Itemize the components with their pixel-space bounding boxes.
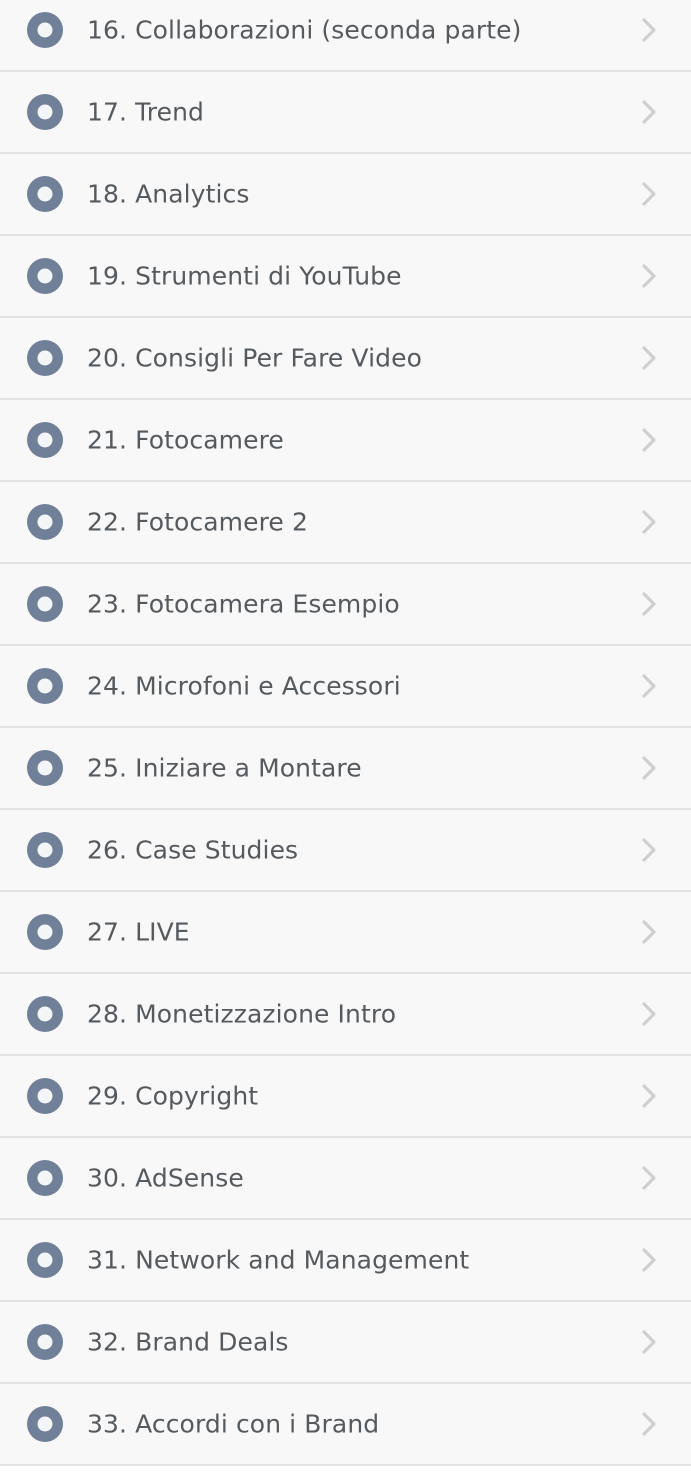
list-item[interactable]: 28. Monetizzazione Intro xyxy=(0,974,691,1056)
lesson-title: 18. Analytics xyxy=(87,179,250,209)
lesson-title: 29. Copyright xyxy=(87,1081,259,1111)
chevron-right-icon xyxy=(641,509,657,535)
lesson-title: 33. Accordi con i Brand xyxy=(87,1409,380,1439)
chevron-right-icon xyxy=(641,919,657,945)
lesson-list: 16. Collaborazioni (seconda parte) 17. T… xyxy=(0,0,691,1469)
lesson-title: 25. Iniziare a Montare xyxy=(87,753,362,783)
list-item[interactable]: 23. Fotocamera Esempio xyxy=(0,564,691,646)
lesson-status-icon xyxy=(26,257,64,295)
lesson-status-icon xyxy=(26,175,64,213)
chevron-right-icon xyxy=(641,99,657,125)
lesson-status-icon xyxy=(26,831,64,869)
lesson-title: 30. AdSense xyxy=(87,1163,244,1193)
chevron-right-icon xyxy=(641,1411,657,1437)
lesson-title: 22. Fotocamere 2 xyxy=(87,507,308,537)
lesson-status-icon xyxy=(26,585,64,623)
list-item[interactable]: 20. Consigli Per Fare Video xyxy=(0,318,691,400)
chevron-right-icon xyxy=(641,1083,657,1109)
list-item[interactable]: 22. Fotocamere 2 xyxy=(0,482,691,564)
list-item[interactable]: 16. Collaborazioni (seconda parte) xyxy=(0,0,691,72)
list-item[interactable]: 31. Network and Management xyxy=(0,1220,691,1302)
chevron-right-icon xyxy=(641,345,657,371)
list-item[interactable]: 25. Iniziare a Montare xyxy=(0,728,691,810)
lesson-status-icon xyxy=(26,93,64,131)
list-item[interactable]: 30. AdSense xyxy=(0,1138,691,1220)
chevron-right-icon xyxy=(641,673,657,699)
chevron-right-icon xyxy=(641,1001,657,1027)
lesson-title: 21. Fotocamere xyxy=(87,425,284,455)
list-item[interactable]: 17. Trend xyxy=(0,72,691,154)
lesson-status-icon xyxy=(26,667,64,705)
chevron-right-icon xyxy=(641,427,657,453)
lesson-status-icon xyxy=(26,995,64,1033)
list-item[interactable]: 33. Accordi con i Brand xyxy=(0,1384,691,1466)
lesson-status-icon xyxy=(26,1159,64,1197)
lesson-status-icon xyxy=(26,1241,64,1279)
list-item[interactable]: 21. Fotocamere xyxy=(0,400,691,482)
chevron-right-icon xyxy=(641,17,657,43)
lesson-title: 20. Consigli Per Fare Video xyxy=(87,343,422,373)
lesson-status-icon xyxy=(26,339,64,377)
lesson-title: 19. Strumenti di YouTube xyxy=(87,261,402,291)
list-item[interactable]: 32. Brand Deals xyxy=(0,1302,691,1384)
list-item[interactable]: 18. Analytics xyxy=(0,154,691,236)
lesson-status-icon xyxy=(26,1323,64,1361)
lesson-title: 16. Collaborazioni (seconda parte) xyxy=(87,15,522,45)
list-item[interactable]: 29. Copyright xyxy=(0,1056,691,1138)
lesson-title: 23. Fotocamera Esempio xyxy=(87,589,400,619)
list-item[interactable]: 19. Strumenti di YouTube xyxy=(0,236,691,318)
lesson-title: 28. Monetizzazione Intro xyxy=(87,999,397,1029)
chevron-right-icon xyxy=(641,1247,657,1273)
chevron-right-icon xyxy=(641,1165,657,1191)
list-item[interactable]: 26. Case Studies xyxy=(0,810,691,892)
list-item[interactable]: 24. Microfoni e Accessori xyxy=(0,646,691,728)
chevron-right-icon xyxy=(641,181,657,207)
lesson-status-icon xyxy=(26,913,64,951)
lesson-title: 24. Microfoni e Accessori xyxy=(87,671,401,701)
chevron-right-icon xyxy=(641,263,657,289)
lesson-title: 26. Case Studies xyxy=(87,835,299,865)
lesson-status-icon xyxy=(26,421,64,459)
lesson-title: 27. LIVE xyxy=(87,917,190,947)
lesson-status-icon xyxy=(26,11,64,49)
lesson-title: 31. Network and Management xyxy=(87,1245,470,1275)
chevron-right-icon xyxy=(641,755,657,781)
lesson-title: 32. Brand Deals xyxy=(87,1327,289,1357)
lesson-status-icon xyxy=(26,749,64,787)
lesson-title: 17. Trend xyxy=(87,97,205,127)
lesson-status-icon xyxy=(26,503,64,541)
chevron-right-icon xyxy=(641,1329,657,1355)
lesson-status-icon xyxy=(26,1077,64,1115)
list-item[interactable]: 27. LIVE xyxy=(0,892,691,974)
lesson-status-icon xyxy=(26,1405,64,1443)
chevron-right-icon xyxy=(641,591,657,617)
chevron-right-icon xyxy=(641,837,657,863)
